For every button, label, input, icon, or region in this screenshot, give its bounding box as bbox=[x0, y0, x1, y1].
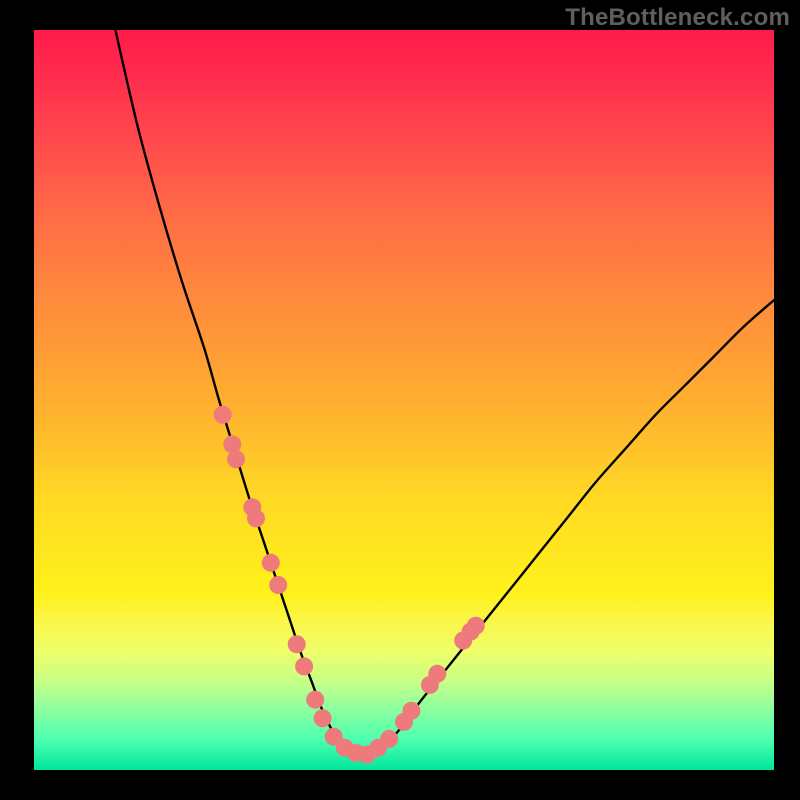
curve-marker bbox=[269, 576, 287, 594]
curve-marker bbox=[428, 665, 446, 683]
chart-frame: TheBottleneck.com bbox=[0, 0, 800, 800]
plot-area bbox=[34, 30, 774, 770]
curve-marker bbox=[227, 450, 245, 468]
bottleneck-curve bbox=[115, 30, 774, 755]
curve-marker bbox=[306, 691, 324, 709]
curve-marker bbox=[467, 617, 485, 635]
curve-marker bbox=[402, 702, 420, 720]
curve-marker bbox=[314, 709, 332, 727]
curve-marker bbox=[380, 730, 398, 748]
curve-marker bbox=[262, 554, 280, 572]
curve-marker bbox=[247, 509, 265, 527]
curve-marker bbox=[214, 406, 232, 424]
curve-marker bbox=[295, 657, 313, 675]
curve-layer bbox=[34, 30, 774, 770]
curve-markers bbox=[214, 406, 485, 764]
curve-marker bbox=[288, 635, 306, 653]
watermark-text: TheBottleneck.com bbox=[565, 4, 790, 32]
